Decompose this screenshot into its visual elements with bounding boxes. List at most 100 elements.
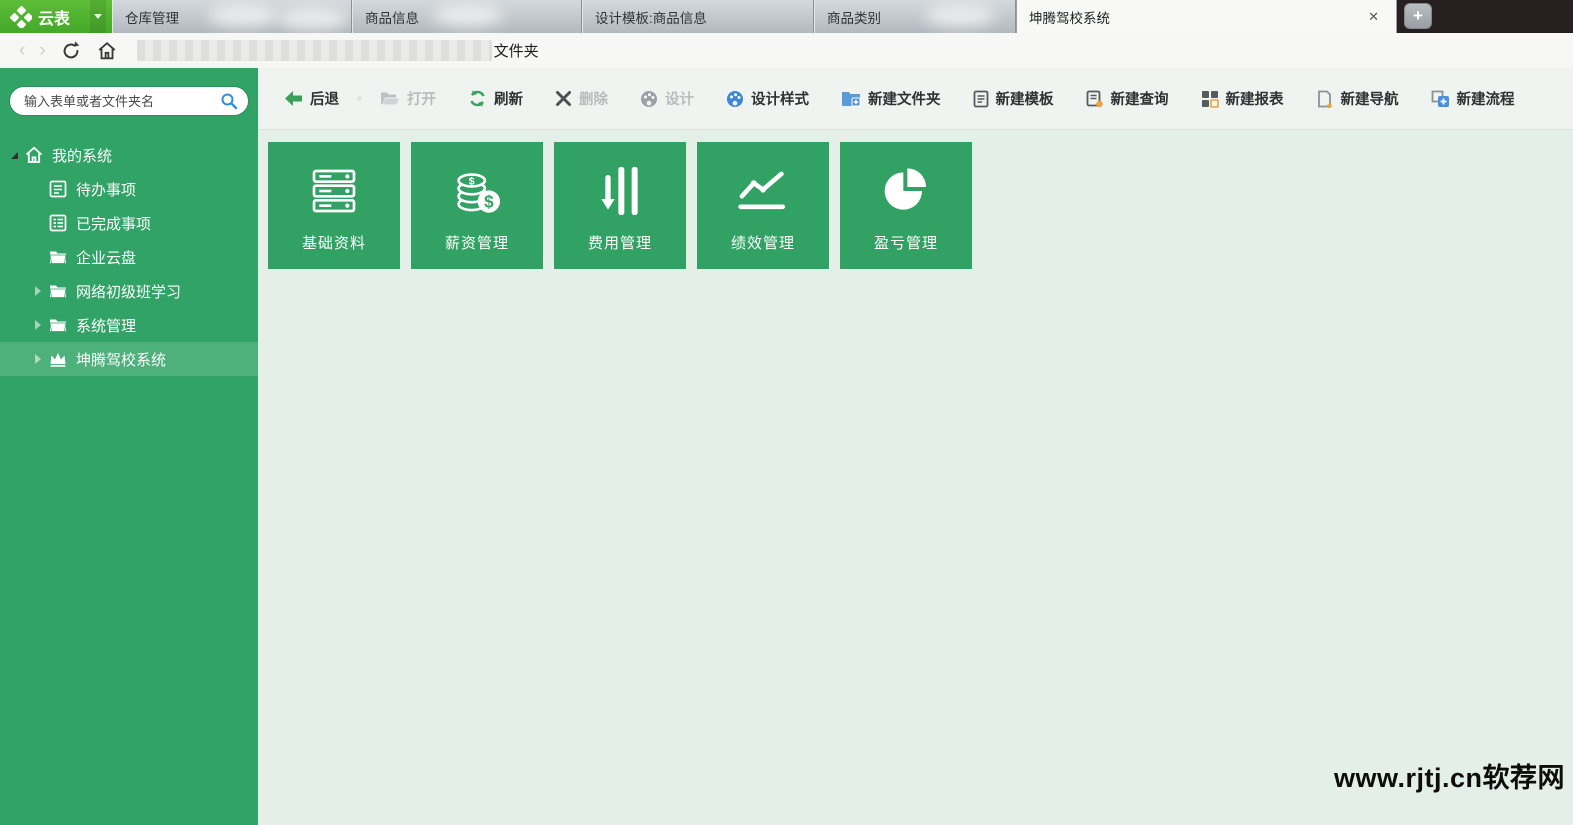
tree-item-label: 企业云盘	[76, 249, 137, 267]
new-navigation-icon	[1317, 90, 1332, 108]
sidebar-item-my-system[interactable]: 我的系统	[0, 138, 258, 172]
navigation-row: ‹ › 文件夹	[0, 33, 1573, 68]
tab-design-template-product-info[interactable]: 设计模板:商品信息	[582, 0, 814, 33]
nav-forward-icon[interactable]: ›	[32, 40, 52, 62]
toolbar-back-button[interactable]: 后退	[268, 79, 355, 119]
tab-warehouse-management[interactable]: 仓库管理	[112, 0, 352, 33]
folder-icon	[49, 319, 67, 332]
toolbar-new-report-button[interactable]: 新建报表	[1185, 79, 1300, 119]
search-icon[interactable]	[220, 92, 238, 110]
toolbar-button-label: 新建模板	[995, 92, 1054, 108]
tile-label: 绩效管理	[730, 235, 795, 252]
censor-smudge	[433, 5, 503, 27]
toolbar-refresh-button[interactable]: 刷新	[452, 79, 539, 119]
home-icon	[25, 146, 43, 163]
tile-profit-loss-management[interactable]: 盈亏管理	[840, 142, 972, 269]
tile-expense-management[interactable]: 费用管理	[554, 142, 686, 269]
sidebar-item-enterprise-cloud-disk[interactable]: 企业云盘	[0, 240, 258, 274]
tab-bar: 云表 仓库管理 商品信息 设计模板:商品信息 商品类别 坤腾驾校系统 ✕ +	[0, 0, 1573, 33]
delete-x-icon	[556, 91, 571, 106]
back-arrow-icon	[285, 91, 302, 106]
sidebar-item-completed-items[interactable]: 已完成事项	[0, 206, 258, 240]
toolbar-button-label: 设计样式	[751, 92, 809, 108]
toolbar-design-style-button[interactable]: 设计样式	[710, 79, 825, 119]
toolbar-button-label: 后退	[310, 92, 339, 108]
tab-close-icon[interactable]: ✕	[1363, 7, 1384, 27]
toolbar-new-flow-button[interactable]: 新建流程	[1415, 79, 1531, 119]
sidebar-item-network-beginner-class[interactable]: 网络初级班学习	[0, 274, 258, 308]
tab-label: 商品信息	[365, 10, 419, 26]
crown-icon	[50, 353, 66, 367]
tile-label: 薪资管理	[444, 235, 509, 252]
logo-text: 云表	[38, 10, 71, 28]
tree-item-label: 系统管理	[76, 317, 137, 335]
tab-product-info[interactable]: 商品信息	[352, 0, 582, 33]
new-query-icon	[1086, 90, 1103, 107]
design-style-palette-icon	[727, 90, 743, 107]
content-area: 我的系统 待办事项	[0, 68, 1573, 825]
sidebar-item-todo-items[interactable]: 待办事项	[0, 172, 258, 206]
refresh-icon	[470, 90, 485, 107]
right-column: 后退 打开 刷新 删除 设计 设计样式 新建文件夹 新建模板 新建查询 新建报表…	[258, 68, 1573, 825]
app-logo[interactable]: 云表	[0, 0, 112, 33]
tree-item-label: 网络初级班学习	[76, 283, 182, 301]
toolbar-new-query-button[interactable]: 新建查询	[1070, 79, 1185, 119]
toolbar-button-label: 新建流程	[1456, 92, 1515, 108]
toolbar-separator-dot	[357, 96, 362, 101]
toolbar-new-template-button[interactable]: 新建模板	[957, 79, 1070, 119]
tile-label: 盈亏管理	[873, 235, 938, 252]
collapsed-triangle-icon[interactable]	[35, 354, 41, 364]
chevron-down-icon	[94, 14, 102, 19]
home-icon[interactable]	[96, 40, 118, 62]
toolbar-button-label: 打开	[407, 92, 436, 108]
toolbar-button-label: 设计	[665, 92, 694, 108]
folder-icon	[49, 285, 67, 298]
toolbar-new-navigation-button[interactable]: 新建导航	[1300, 79, 1415, 119]
tree-item-label: 待办事项	[76, 181, 137, 199]
censor-smudge	[208, 5, 278, 27]
tab-label: 商品类别	[827, 10, 881, 26]
tile-label: 基础资料	[301, 235, 366, 252]
toolbar-new-folder-button[interactable]: 新建文件夹	[825, 79, 957, 119]
completed-list-icon	[49, 214, 67, 232]
sidebar-item-kunteng-driving-school[interactable]: 坤腾驾校系统	[0, 342, 258, 376]
new-template-icon	[973, 90, 988, 107]
toolbar-design-button[interactable]: 设计	[624, 79, 710, 119]
tile-label: 费用管理	[587, 235, 652, 252]
collapsed-triangle-icon[interactable]	[35, 320, 41, 330]
logo-dropdown-button[interactable]	[90, 0, 106, 33]
collapsed-triangle-icon[interactable]	[35, 286, 41, 296]
tab-label: 坤腾驾校系统	[1029, 10, 1110, 26]
toolbar: 后退 打开 刷新 删除 设计 设计样式 新建文件夹 新建模板 新建查询 新建报表…	[258, 68, 1573, 130]
tile-performance-management[interactable]: 绩效管理	[697, 142, 829, 269]
toolbar-open-button[interactable]: 打开	[364, 79, 452, 119]
toolbar-button-label: 新建查询	[1110, 92, 1169, 108]
line-chart-icon	[738, 171, 786, 210]
search-input[interactable]	[24, 93, 220, 109]
tab-label: 设计模板:商品信息	[595, 10, 707, 26]
module-tiles: 基础资料 $ $ 薪资管理 费用管理 绩效管理 盈亏管理	[268, 142, 1573, 269]
new-tab-button[interactable]: +	[1404, 3, 1432, 29]
breadcrumb: 文件夹	[493, 43, 539, 60]
expanded-triangle-icon[interactable]	[10, 151, 18, 159]
censor-smudge	[278, 8, 348, 30]
tab-product-category[interactable]: 商品类别	[814, 0, 1016, 33]
open-folder-icon	[381, 92, 399, 105]
sidebar-search-box[interactable]	[9, 86, 249, 116]
tile-salary-management[interactable]: $ $ 薪资管理	[411, 142, 543, 269]
app-window: 云表 仓库管理 商品信息 设计模板:商品信息 商品类别 坤腾驾校系统 ✕ + ‹…	[0, 0, 1573, 825]
tree-item-label: 坤腾驾校系统	[76, 351, 167, 369]
tab-label: 仓库管理	[125, 10, 179, 26]
design-palette-icon	[641, 90, 657, 107]
cloud-table-logo-icon	[10, 5, 32, 28]
bars-down-icon	[601, 167, 638, 215]
toolbar-delete-button[interactable]: 删除	[539, 79, 624, 119]
sidebar-item-system-management[interactable]: 系统管理	[0, 308, 258, 342]
folder-icon	[49, 251, 67, 264]
svg-text:$: $	[484, 192, 494, 211]
tab-kunteng-driving-school[interactable]: 坤腾驾校系统 ✕	[1016, 0, 1397, 33]
tile-basic-data[interactable]: 基础资料	[268, 142, 400, 269]
todo-list-icon	[49, 180, 67, 198]
nav-back-icon[interactable]: ‹	[12, 40, 32, 62]
reload-icon[interactable]	[60, 40, 82, 62]
